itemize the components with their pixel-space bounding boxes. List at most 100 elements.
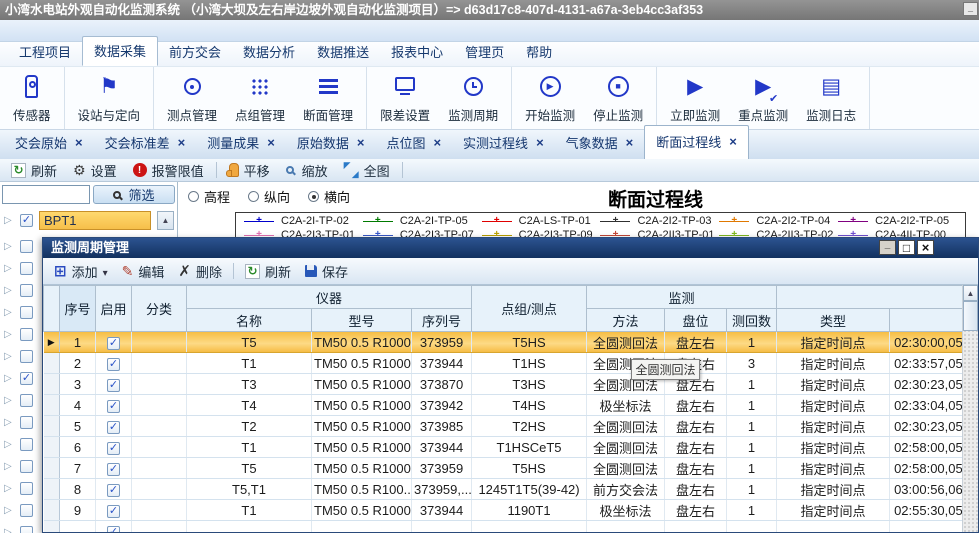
tree-expander-icon[interactable]: ▷	[4, 241, 14, 252]
tree-checkbox[interactable]	[20, 305, 33, 319]
tree-checkbox[interactable]	[20, 349, 33, 363]
station-orientation-button[interactable]: ⚑ 设站与定向	[69, 67, 150, 129]
table-row[interactable]: ✓	[43, 520, 965, 532]
add-button[interactable]: ⊞ 添加	[48, 260, 114, 283]
column-header-category[interactable]: 分类	[131, 285, 187, 332]
tree-checkbox[interactable]	[20, 393, 33, 407]
enabled-checkbox[interactable]: ✓	[107, 442, 120, 455]
vertical-scrollbar[interactable]: ▲	[962, 285, 978, 532]
dialog-close-button[interactable]	[917, 240, 934, 255]
menu-item[interactable]: 数据采集	[82, 36, 159, 66]
sensor-button[interactable]: 传感器	[4, 67, 60, 129]
tree-expander-icon[interactable]: ▷	[4, 505, 14, 516]
dialog-refresh-button[interactable]: ↻ 刷新	[239, 260, 297, 283]
tab-close-icon[interactable]	[433, 138, 441, 148]
enabled-checkbox[interactable]: ✓	[107, 337, 120, 350]
scroll-up-button[interactable]: ▲	[157, 211, 174, 230]
dialog-maximize-button[interactable]	[898, 240, 915, 255]
tab-close-icon[interactable]	[729, 137, 737, 147]
tree-item-label[interactable]: BPT1	[39, 211, 151, 230]
dialog-minimize-button[interactable]	[879, 240, 896, 255]
table-row[interactable]: 4 ✓ T4 TM50 0.5 R1000 373942 T4HS 极坐标法 盘…	[43, 394, 965, 416]
alarm-limit-button[interactable]: ! 报警限值	[126, 159, 211, 182]
tree-checkbox[interactable]	[20, 261, 33, 275]
column-header-serial[interactable]: 序列号	[410, 308, 473, 332]
tree-checkbox[interactable]: ✓	[20, 371, 33, 385]
tree-checkbox[interactable]	[20, 239, 33, 253]
tree-expander-icon[interactable]: ▷	[4, 461, 14, 472]
menu-item[interactable]: 帮助	[515, 38, 563, 66]
column-header-rounds[interactable]: 测回数	[726, 308, 778, 332]
zoom-button[interactable]: 缩放	[279, 159, 335, 182]
key-monitoring-button[interactable]: ▶ 重点监测	[729, 67, 797, 129]
enabled-checkbox[interactable]: ✓	[107, 505, 120, 518]
chevron-down-icon[interactable]	[103, 264, 108, 279]
menu-item[interactable]: 报表中心	[380, 38, 454, 66]
menu-item[interactable]: 工程项目	[8, 38, 82, 66]
chart-settings-button[interactable]: ⚙ 设置	[66, 159, 124, 182]
tab[interactable]: 实测过程线	[452, 127, 555, 159]
column-header-method[interactable]: 方法	[586, 308, 666, 332]
filter-input[interactable]	[2, 185, 90, 204]
point-group-management-button[interactable]: 点组管理	[226, 67, 294, 129]
table-row[interactable]: 9 ✓ T1 TM50 0.5 R1000 373944 1190T1 极坐标法…	[43, 499, 965, 521]
save-button[interactable]: 保存	[299, 260, 354, 283]
dialog-titlebar[interactable]: 监测周期管理	[43, 238, 978, 258]
tree-expander-icon[interactable]: ▷	[4, 439, 14, 450]
tree-expander-icon[interactable]: ▷	[4, 527, 14, 533]
tab[interactable]: 交会原始	[4, 127, 94, 159]
table-row[interactable]: 2 ✓ T1 TM50 0.5 R1000 373944 T1HS 全圆测回法 …	[43, 352, 965, 374]
tab[interactable]: 断面过程线	[644, 125, 749, 159]
axis-radio[interactable]: 纵向	[248, 187, 290, 206]
tab[interactable]: 原始数据	[286, 127, 376, 159]
tree-checkbox[interactable]	[20, 503, 33, 517]
tree-expander-icon[interactable]: ▷	[4, 351, 14, 362]
enabled-checkbox[interactable]: ✓	[107, 484, 120, 497]
tree-expander-icon[interactable]: ▷	[4, 263, 14, 274]
table-row[interactable]: ▶ 1 ✓ T5 TM50 0.5 R1000 373959 T5HS 全圆测回…	[43, 331, 965, 353]
full-view-button[interactable]: 全图	[337, 159, 397, 182]
tab[interactable]: 交会标准差	[94, 127, 197, 159]
point-management-button[interactable]: 测点管理	[158, 67, 226, 129]
table-row[interactable]: 6 ✓ T1 TM50 0.5 R1000 373944 T1HSCeT5 全圆…	[43, 436, 965, 458]
section-management-button[interactable]: 断面管理	[294, 67, 362, 129]
pan-button[interactable]: 平移	[222, 159, 277, 182]
enabled-checkbox[interactable]: ✓	[107, 358, 120, 371]
enabled-checkbox[interactable]: ✓	[107, 526, 120, 532]
column-header-point-group[interactable]: 点组/测点	[471, 285, 588, 332]
tree-checkbox[interactable]	[20, 459, 33, 473]
tab-close-icon[interactable]	[178, 138, 186, 148]
table-row[interactable]: 3 ✓ T3 TM50 0.5 R1000 373870 T3HS 全圆测回法 …	[43, 373, 965, 395]
edit-button[interactable]: ✎ 编辑	[116, 260, 171, 283]
tree-checkbox[interactable]	[20, 283, 33, 297]
enabled-checkbox[interactable]: ✓	[107, 463, 120, 476]
tree-expander-icon[interactable]: ▷	[4, 395, 14, 406]
tree-expander-icon[interactable]: ▷	[4, 307, 14, 318]
window-titlebar[interactable]: 小湾水电站外观自动化监测系统 （小湾大坝及左右岸边坡外观自动化监测项目）=> d…	[0, 0, 979, 20]
monitoring-log-button[interactable]: ▤ 监测日志	[797, 67, 865, 129]
column-header-type[interactable]: 类型	[776, 308, 891, 332]
scrollbar-thumb[interactable]	[963, 301, 978, 331]
start-monitoring-button[interactable]: ▶ 开始监测	[516, 67, 584, 129]
tree-checkbox[interactable]: ✓	[20, 214, 33, 227]
immediate-monitoring-button[interactable]: ▶ 立即监测	[661, 67, 729, 129]
tab[interactable]: 点位图	[375, 127, 452, 159]
tolerance-settings-button[interactable]: 限差设置	[371, 67, 439, 129]
column-header-model[interactable]: 型号	[311, 308, 412, 332]
tree-expander-icon[interactable]: ▷	[4, 215, 14, 226]
delete-button[interactable]: ✗ 删除	[172, 260, 228, 283]
tree-expander-icon[interactable]: ▷	[4, 483, 14, 494]
chart-refresh-button[interactable]: ↻ 刷新	[4, 159, 64, 182]
enabled-checkbox[interactable]: ✓	[107, 379, 120, 392]
menu-item[interactable]: 数据推送	[306, 38, 380, 66]
column-header-name[interactable]: 名称	[186, 308, 312, 332]
table-row[interactable]: 5 ✓ T2 TM50 0.5 R1000 373985 T2HS 全圆测回法 …	[43, 415, 965, 437]
menu-item[interactable]: 前方交会	[158, 38, 232, 66]
scrollbar-up-icon[interactable]: ▲	[963, 285, 978, 301]
tab[interactable]: 气象数据	[555, 127, 645, 159]
menu-item[interactable]: 数据分析	[232, 38, 306, 66]
menu-item[interactable]: 管理页	[454, 38, 515, 66]
monitoring-period-button[interactable]: 监测周期	[439, 67, 507, 129]
column-header-enabled[interactable]: 启用	[95, 285, 132, 332]
filter-button[interactable]: 筛选	[93, 185, 175, 204]
